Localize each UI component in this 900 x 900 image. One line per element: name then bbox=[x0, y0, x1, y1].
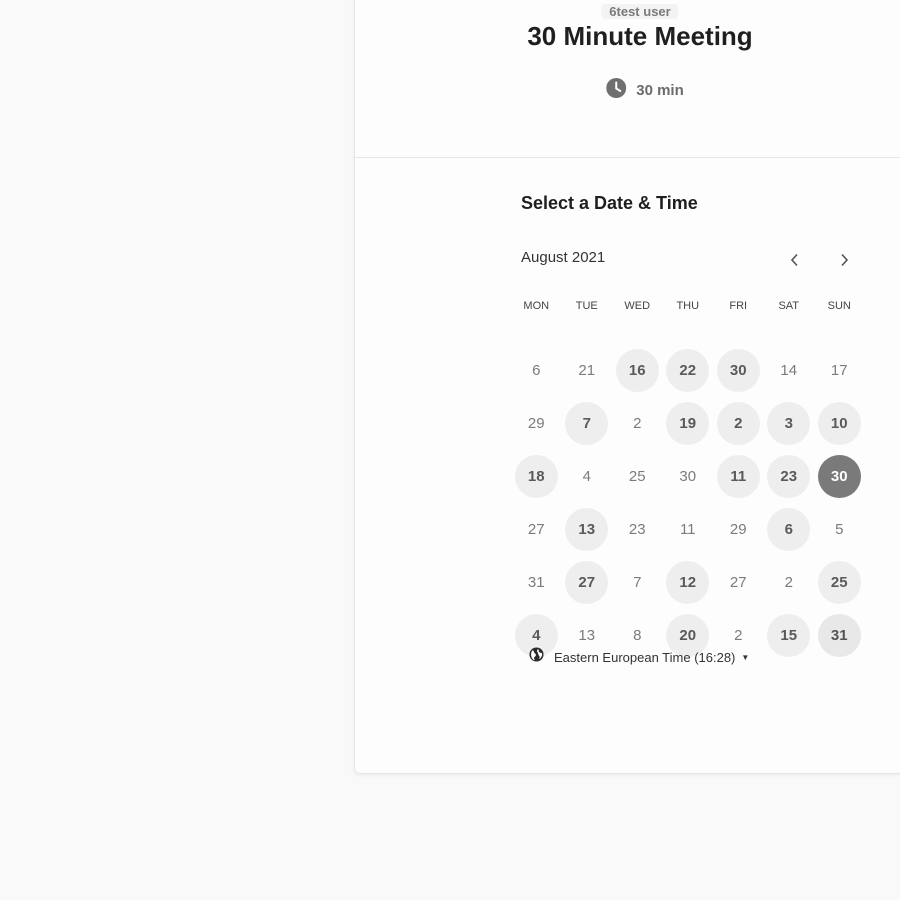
calendar-grid: MON TUE WED THU FRI SAT SUN 6 21 16 22 30 14 1… bbox=[511, 291, 865, 662]
date-button: 6 bbox=[532, 362, 541, 379]
calendar-cell: 2 bbox=[612, 397, 663, 450]
date-button[interactable]: 31 bbox=[817, 614, 861, 657]
date-button[interactable]: 30 bbox=[716, 349, 760, 392]
date-button: 29 bbox=[527, 415, 545, 432]
globe-icon bbox=[529, 647, 544, 667]
date-button[interactable]: 3 bbox=[767, 402, 811, 445]
date-button[interactable]: 2 bbox=[716, 402, 760, 445]
date-button[interactable]: 7 bbox=[565, 402, 609, 445]
date-button: 23 bbox=[628, 521, 646, 538]
date-button[interactable]: 27 bbox=[565, 561, 609, 604]
date-button: 30 bbox=[679, 468, 697, 485]
date-button: 29 bbox=[729, 521, 747, 538]
weekday-header: SUN bbox=[827, 300, 851, 312]
date-button: 5 bbox=[835, 521, 844, 538]
date-button[interactable]: 18 bbox=[514, 455, 558, 498]
calendar-cell: 27 bbox=[511, 503, 562, 556]
calendar-cell: 11 bbox=[663, 503, 714, 556]
booking-card: 6test user 30 Minute Meeting 30 min Sele… bbox=[354, 0, 900, 774]
previous-month-button[interactable] bbox=[780, 247, 810, 277]
calendar-cell: 13 bbox=[562, 503, 613, 556]
calendar-cell: 10 bbox=[814, 397, 865, 450]
weekday-header: THU bbox=[676, 300, 700, 312]
selected-date-button[interactable]: 30 bbox=[817, 455, 861, 498]
next-month-button[interactable] bbox=[829, 247, 859, 277]
calendar-cell: 30 bbox=[814, 450, 865, 503]
chevron-right-icon bbox=[839, 253, 849, 272]
calendar-cell: 14 bbox=[764, 344, 815, 397]
calendar-cell: 25 bbox=[814, 556, 865, 609]
event-title: 30 Minute Meeting bbox=[527, 21, 753, 51]
calendar-cell: 3 bbox=[764, 397, 815, 450]
divider bbox=[355, 157, 900, 158]
date-button: 17 bbox=[830, 362, 848, 379]
date-button[interactable]: 12 bbox=[666, 561, 710, 604]
calendar-cell: 30 bbox=[663, 450, 714, 503]
calendar-cell: 29 bbox=[713, 503, 764, 556]
date-button[interactable]: 16 bbox=[615, 349, 659, 392]
calendar-cell: 12 bbox=[663, 556, 714, 609]
calendar-cell: 23 bbox=[612, 503, 663, 556]
date-button[interactable]: 23 bbox=[767, 455, 811, 498]
section-title: Select a Date & Time bbox=[521, 193, 698, 213]
duration-label: 30 min bbox=[636, 82, 684, 99]
date-button: 7 bbox=[633, 574, 642, 591]
date-button: 2 bbox=[784, 574, 793, 591]
timezone-label: Eastern European Time (16:28) bbox=[554, 649, 736, 665]
calendar-cell: 31 bbox=[814, 609, 865, 662]
event-duration: 30 min bbox=[606, 78, 684, 103]
date-button[interactable]: 15 bbox=[767, 614, 811, 657]
calendar-cell: 27 bbox=[713, 556, 764, 609]
month-label: August 2021 bbox=[521, 249, 606, 266]
date-button: 31 bbox=[527, 574, 545, 591]
calendar-cell: 25 bbox=[612, 450, 663, 503]
date-button[interactable]: 22 bbox=[666, 349, 710, 392]
calendar-cell: 15 bbox=[764, 609, 815, 662]
calendar-cell: 17 bbox=[814, 344, 865, 397]
weekday-header: MON bbox=[523, 300, 550, 312]
calendar-cell: 29 bbox=[511, 397, 562, 450]
date-button: 4 bbox=[582, 468, 591, 485]
calendar-cell: 2 bbox=[713, 397, 764, 450]
date-button: 2 bbox=[633, 415, 642, 432]
date-button[interactable]: 13 bbox=[565, 508, 609, 551]
calendar-cell: 7 bbox=[562, 397, 613, 450]
calendar-cell: 5 bbox=[814, 503, 865, 556]
weekday-header: TUE bbox=[575, 300, 598, 312]
clock-icon bbox=[606, 78, 627, 103]
calendar-cell: 11 bbox=[713, 450, 764, 503]
calendar-cell: 6 bbox=[764, 503, 815, 556]
calendar-cell: 31 bbox=[511, 556, 562, 609]
weekday-header: FRI bbox=[729, 300, 748, 312]
date-button: 11 bbox=[679, 521, 696, 538]
calendar-cell: 16 bbox=[612, 344, 663, 397]
calendar-cell: 6 bbox=[511, 344, 562, 397]
calendar-cell: 19 bbox=[663, 397, 714, 450]
date-button: 25 bbox=[628, 468, 646, 485]
host-name: 6test user bbox=[601, 4, 679, 19]
calendar-cell: 23 bbox=[764, 450, 815, 503]
calendar-cell: 4 bbox=[562, 450, 613, 503]
date-button[interactable]: 10 bbox=[817, 402, 861, 445]
weekday-header: WED bbox=[624, 300, 651, 312]
date-button[interactable]: 25 bbox=[817, 561, 861, 604]
chevron-left-icon bbox=[790, 253, 800, 272]
date-button: 27 bbox=[527, 521, 545, 538]
calendar-cell: 22 bbox=[663, 344, 714, 397]
calendar-cell: 21 bbox=[562, 344, 613, 397]
date-button[interactable]: 11 bbox=[716, 455, 760, 498]
date-button: 21 bbox=[578, 362, 596, 379]
calendar-cell: 2 bbox=[764, 556, 815, 609]
calendar-cell: 7 bbox=[612, 556, 663, 609]
date-button: 27 bbox=[729, 574, 747, 591]
calendar-cell: 18 bbox=[511, 450, 562, 503]
caret-down-icon: ▼ bbox=[741, 652, 750, 662]
date-button: 14 bbox=[780, 362, 798, 379]
calendar-cell: 27 bbox=[562, 556, 613, 609]
timezone-selector[interactable]: Eastern European Time (16:28) ▼ bbox=[529, 647, 749, 667]
date-button[interactable]: 19 bbox=[666, 402, 710, 445]
weekday-header: SAT bbox=[778, 300, 800, 312]
calendar-cell: 30 bbox=[713, 344, 764, 397]
date-button[interactable]: 6 bbox=[767, 508, 811, 551]
